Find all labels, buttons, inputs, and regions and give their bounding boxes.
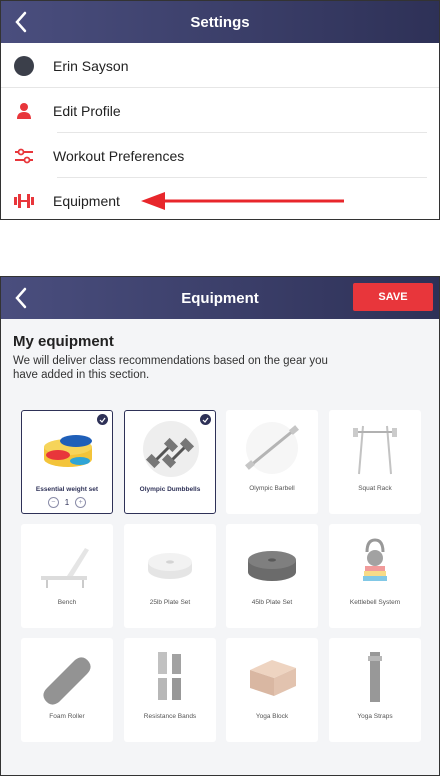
equipment-header: Equipment SAVE bbox=[1, 277, 439, 319]
equipment-card-bench[interactable]: Bench bbox=[21, 524, 113, 628]
equipment-name: Squat Rack bbox=[358, 485, 392, 492]
equipment-card-kettlebell-system[interactable]: Kettlebell System bbox=[329, 524, 421, 628]
plate-set-image bbox=[148, 553, 192, 579]
quantity-stepper: − 1 + bbox=[22, 497, 112, 508]
equipment-name: Yoga Straps bbox=[357, 713, 393, 720]
equipment-card-25lb-plate-set[interactable]: 25lb Plate Set bbox=[124, 524, 216, 628]
sliders-icon bbox=[13, 145, 35, 167]
equipment-card-resistance-bands[interactable]: Resistance Bands bbox=[124, 638, 216, 742]
equipment-card-squat-rack[interactable]: Squat Rack bbox=[329, 410, 421, 514]
equipment-name: Essential weight set bbox=[35, 486, 99, 493]
equipment-card-olympic-dumbbells[interactable]: Olympic Dumbbells bbox=[124, 410, 216, 514]
resistance-bands-image bbox=[158, 652, 181, 700]
plus-icon[interactable]: + bbox=[75, 497, 87, 508]
menu-item-edit-profile[interactable]: Edit Profile bbox=[1, 88, 439, 133]
section-title: My equipment bbox=[13, 333, 114, 350]
menu-item-workout-preferences[interactable]: Workout Preferences bbox=[1, 133, 439, 178]
equipment-name: Olympic Barbell bbox=[249, 485, 295, 492]
page-title: Settings bbox=[190, 13, 250, 31]
equipment-name: Kettlebell System bbox=[349, 599, 401, 606]
settings-screen: Settings Erin Sayson Edit Profile Workou… bbox=[0, 0, 440, 220]
equipment-screen: Equipment SAVE My equipment We will deli… bbox=[0, 276, 440, 776]
equipment-card-olympic-barbell[interactable]: Olympic Barbell bbox=[226, 410, 318, 514]
back-arrow-icon[interactable] bbox=[11, 9, 33, 35]
avatar bbox=[13, 55, 35, 77]
person-icon bbox=[13, 100, 35, 122]
barbell-image bbox=[245, 422, 299, 474]
equipment-name: Olympic Dumbbells bbox=[139, 486, 201, 493]
equipment-name: Bench bbox=[57, 599, 77, 606]
settings-header: Settings bbox=[1, 1, 439, 43]
menu-item-label: Edit Profile bbox=[53, 102, 121, 119]
weight-set-image bbox=[44, 435, 92, 467]
menu-item-label: Workout Preferences bbox=[53, 147, 185, 164]
page-title: Equipment bbox=[181, 289, 259, 307]
quantity-value: 1 bbox=[64, 498, 70, 507]
user-row[interactable]: Erin Sayson bbox=[1, 43, 439, 88]
bench-image bbox=[41, 548, 89, 588]
squat-rack-image bbox=[353, 425, 397, 475]
plate-set-image bbox=[248, 551, 296, 581]
equipment-name: Foam Roller bbox=[49, 713, 85, 720]
equipment-card-foam-roller[interactable]: Foam Roller bbox=[21, 638, 113, 742]
yoga-straps-image bbox=[368, 652, 382, 702]
dumbbells-image bbox=[143, 421, 199, 477]
equipment-name: Resistance Bands bbox=[143, 713, 197, 720]
arrow-pointer-icon bbox=[141, 192, 344, 210]
foam-roller-image bbox=[43, 657, 91, 705]
equipment-card-yoga-block[interactable]: Yoga Block bbox=[226, 638, 318, 742]
kettlebell-image bbox=[363, 538, 387, 581]
equipment-name: Yoga Block bbox=[255, 713, 289, 720]
back-arrow-icon[interactable] bbox=[11, 285, 33, 311]
dumbbell-icon bbox=[13, 190, 35, 212]
equipment-name: 25lb Plate Set bbox=[149, 599, 191, 606]
section-subtitle: We will deliver class recommendations ba… bbox=[13, 355, 328, 381]
equipment-name: 45lb Plate Set bbox=[251, 599, 293, 606]
save-button[interactable]: SAVE bbox=[353, 283, 433, 311]
equipment-card-essential-weight-set[interactable]: Essential weight set − 1 + bbox=[21, 410, 113, 514]
yoga-block-image bbox=[250, 660, 296, 696]
equipment-card-yoga-straps[interactable]: Yoga Straps bbox=[329, 638, 421, 742]
user-name: Erin Sayson bbox=[53, 57, 129, 74]
equipment-card-45lb-plate-set[interactable]: 45lb Plate Set bbox=[226, 524, 318, 628]
menu-item-equipment[interactable]: Equipment bbox=[1, 178, 439, 219]
minus-icon[interactable]: − bbox=[47, 497, 59, 508]
menu-item-label: Equipment bbox=[53, 192, 120, 209]
